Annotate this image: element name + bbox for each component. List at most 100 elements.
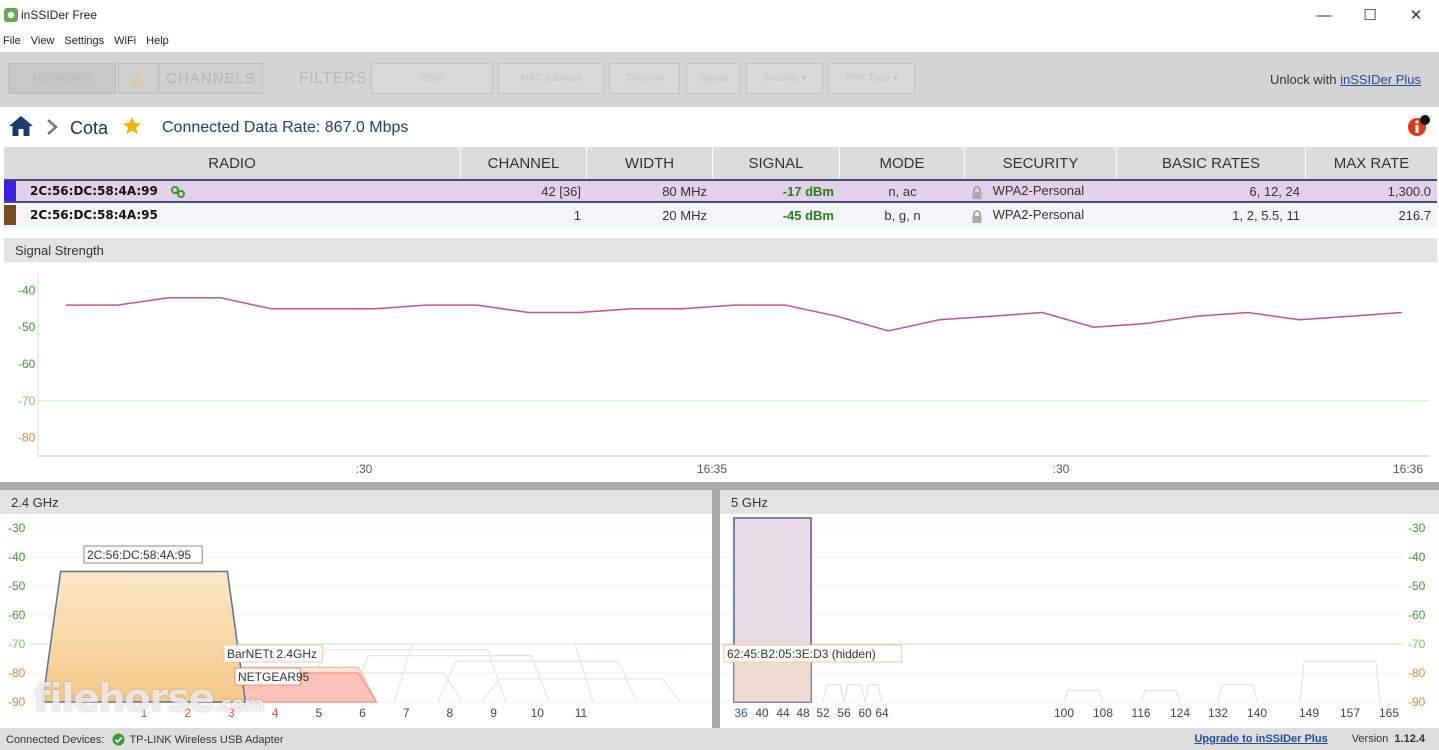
y-tick-label: -60 xyxy=(8,608,26,622)
width-cell: 20 MHz xyxy=(662,207,707,223)
y-tick-label: -90 xyxy=(8,695,26,709)
menu-file[interactable]: File xyxy=(0,35,28,47)
x-tick-label: 16:36 xyxy=(1393,462,1423,476)
signal-filter-input[interactable]: Signal xyxy=(686,63,740,94)
channel-tick-label: 64 xyxy=(875,706,889,720)
y-tick-label: -80 xyxy=(18,431,36,445)
channel-tick-label: 44 xyxy=(776,706,790,720)
channel-tick-label: 6 xyxy=(359,706,366,720)
band-5-header: 5 GHz xyxy=(720,490,1439,514)
menu-help[interactable]: Help xyxy=(143,35,176,47)
channel-tick-label: 9 xyxy=(490,706,497,720)
mac-filter-input[interactable]: MAC address xyxy=(498,63,604,94)
y-tick-label: -50 xyxy=(1408,579,1426,593)
radio-mac: 2C:56:DC:58:4A:95 xyxy=(30,208,158,222)
networks-tab[interactable]: NETWORKS xyxy=(8,63,116,94)
channel-tick-label: 5 xyxy=(315,706,322,720)
basic-rates-cell: 6, 12, 24 xyxy=(1249,183,1300,199)
security-filter-select[interactable]: Security ▾ xyxy=(746,63,823,94)
lock-icon xyxy=(972,209,982,223)
max-rate-cell: 216.7 xyxy=(1398,207,1431,223)
band-5-chart: -30 -40 -50 -60 -70 -80 -90 62:45:B2:05:3E:D3 (… xyxy=(720,514,1439,728)
menu-settings[interactable]: Settings xyxy=(61,35,111,47)
y-tick-label: -50 xyxy=(8,579,26,593)
channel-tick-label: 165 xyxy=(1379,706,1399,720)
security-value: WPA2-Personal xyxy=(992,207,1085,223)
column-mode[interactable]: MODE xyxy=(840,147,965,179)
menu-view[interactable]: View xyxy=(28,35,62,47)
channel-tick-label: 157 xyxy=(1340,706,1360,720)
version-value: 1.12.4 xyxy=(1394,733,1425,745)
band-24-header: 2.4 GHz xyxy=(0,490,712,514)
x-tick-label: :30 xyxy=(356,462,373,476)
y-tick-label: -70 xyxy=(18,394,36,408)
table-header: RADIO CHANNEL WIDTH SIGNAL MODE SECURITY… xyxy=(4,147,1437,179)
column-signal[interactable]: SIGNAL xyxy=(713,147,840,179)
column-basic-rates[interactable]: BASIC RATES xyxy=(1117,147,1306,179)
y-tick-label: -50 xyxy=(18,320,36,334)
horizontal-splitter[interactable] xyxy=(0,482,1439,490)
window-title: inSSIDer Free xyxy=(21,8,98,22)
column-radio[interactable]: RADIO xyxy=(4,147,461,179)
notification-info-icon[interactable] xyxy=(1407,114,1431,138)
channel-tick-label: 10 xyxy=(531,706,545,720)
upgrade-link[interactable]: Upgrade to inSSIDer Plus xyxy=(1194,733,1327,745)
y-tick-label: -40 xyxy=(18,283,36,297)
column-channel[interactable]: CHANNEL xyxy=(461,147,587,179)
y-tick-label: -40 xyxy=(8,550,26,564)
y-tick-label: -70 xyxy=(8,637,26,651)
y-tick-label: -30 xyxy=(8,521,26,535)
unlock-text: Unlock with inSSIDer Plus xyxy=(1270,72,1421,87)
column-max-rate[interactable]: MAX RATE xyxy=(1306,147,1437,179)
channels-tab[interactable]: CHANNELS xyxy=(159,63,263,94)
chart-background xyxy=(4,262,1437,480)
y-tick-label: -80 xyxy=(1408,666,1426,680)
check-icon xyxy=(112,733,125,746)
channels-warning-button[interactable] xyxy=(118,63,158,94)
channel-tick-label: 4 xyxy=(272,706,279,720)
signal-strength-chart: -40 -50 -60 -70 -80 :30 16:35 :30 16:36 xyxy=(4,262,1437,480)
app-logo-icon xyxy=(4,8,18,22)
table-row[interactable]: 2C:56:DC:58:4A:95 1 20 MHz -45 dBm b, g,… xyxy=(4,203,1437,227)
mode-cell: n, ac xyxy=(888,183,917,199)
breadcrumb: Cota Connected Data Rate: 867.0 Mbps xyxy=(0,107,1439,147)
signal-cell: -17 dBm xyxy=(782,183,834,199)
minimize-button[interactable]: — xyxy=(1301,0,1347,30)
unlock-prefix: Unlock with xyxy=(1269,72,1337,87)
network-name: Cota xyxy=(70,118,109,138)
close-button[interactable]: ✕ xyxy=(1393,0,1439,30)
y-tick-label: -60 xyxy=(1408,608,1426,622)
maximize-button[interactable]: ☐ xyxy=(1347,0,1393,30)
channel-tick-label: 149 xyxy=(1299,706,1319,720)
ssid-filter-input[interactable]: SSID xyxy=(371,63,493,94)
network-shape-overlap xyxy=(734,662,811,702)
security-cell: WPA2-Personal xyxy=(965,207,1117,223)
favorite-star-icon[interactable] xyxy=(122,116,142,136)
menu-bar: File View Settings WiFi Help xyxy=(0,30,1439,52)
channel-tick-label: 7 xyxy=(403,706,410,720)
basic-rates-cell: 1, 2, 5.5, 11 xyxy=(1232,207,1300,223)
home-icon[interactable] xyxy=(8,115,34,137)
channel-tick-label: 60 xyxy=(858,706,872,720)
phy-type-filter-select[interactable]: PHY Type ▾ xyxy=(828,63,915,94)
x-tick-label: :30 xyxy=(1053,462,1070,476)
y-tick-label: -60 xyxy=(18,357,36,371)
connected-devices-label: Connected Devices: xyxy=(6,733,105,746)
column-width[interactable]: WIDTH xyxy=(587,147,713,179)
x-tick-label: 16:35 xyxy=(697,462,727,476)
vertical-splitter[interactable] xyxy=(712,490,720,728)
channel-tick-label: 132 xyxy=(1208,706,1228,720)
unlock-plus-link[interactable]: inSSIDer Plus xyxy=(1340,72,1421,87)
column-security[interactable]: SECURITY xyxy=(965,147,1117,179)
channel-filter-input[interactable]: Channel xyxy=(609,63,680,94)
network-table: RADIO CHANNEL WIDTH SIGNAL MODE SECURITY… xyxy=(4,147,1437,227)
channel-tick-label: 108 xyxy=(1093,706,1113,720)
security-cell: WPA2-Personal xyxy=(965,183,1117,199)
network-label: 62:45:B2:05:3E:D3 (hidden) xyxy=(727,647,876,661)
menu-wifi[interactable]: WiFi xyxy=(111,35,143,47)
radio-color-swatch xyxy=(4,181,16,201)
radio-color-swatch xyxy=(4,205,16,225)
channel-cell: 1 xyxy=(573,207,581,223)
connected-data-rate: Connected Data Rate: 867.0 Mbps xyxy=(162,119,409,136)
table-row[interactable]: 2C:56:DC:58:4A:99 42 [36] 80 MHz -17 dBm… xyxy=(4,179,1437,203)
